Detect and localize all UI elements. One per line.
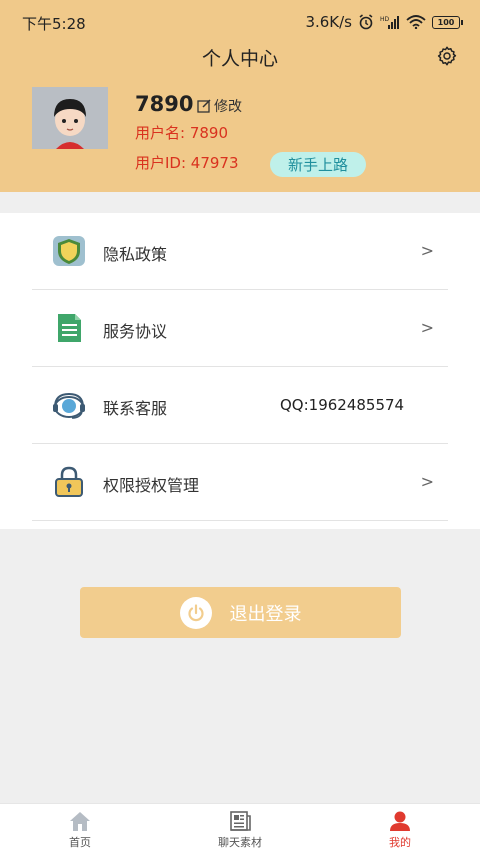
edit-label: 修改 <box>214 99 242 115</box>
tab-chat-materials[interactable]: 聊天素材 <box>200 810 280 850</box>
tab-home[interactable]: 首页 <box>40 810 120 850</box>
page-title: 个人中心 <box>201 48 278 70</box>
menu-item-service-agreement[interactable]: 服务协议 > <box>32 290 448 367</box>
edit-profile-button[interactable]: 修改 <box>197 96 242 116</box>
newspaper-icon <box>230 811 251 831</box>
battery-icon: 100 <box>432 15 463 29</box>
lock-icon <box>55 466 83 497</box>
gear-icon[interactable] <box>436 45 458 67</box>
network-speed: 3.6K/s <box>305 13 352 31</box>
userid-line: 用户ID: 47973 <box>135 154 239 172</box>
chevron-right-icon: > <box>420 472 434 491</box>
status-indicators: 3.6K/s HD 100 <box>305 13 463 31</box>
menu-label-permission-management: 权限授权管理 <box>103 476 200 495</box>
wifi-icon <box>406 15 426 29</box>
beginner-guide-button[interactable]: 新手上路 <box>270 152 366 177</box>
customer-service-icon <box>53 392 85 419</box>
menu-item-customer-service[interactable]: 联系客服 QQ:1962485574 <box>32 367 448 444</box>
header-panel: 下午5:28 3.6K/s HD 100 个人中心 7890 修改 用户名: 7… <box>0 0 480 192</box>
tab-label-me: 我的 <box>389 836 411 849</box>
menu-item-privacy-policy[interactable]: 隐私政策 > <box>32 213 448 290</box>
bottom-tab-bar: 首页 聊天素材 我的 <box>0 803 480 853</box>
menu-label-privacy-policy: 隐私政策 <box>103 245 168 264</box>
document-icon <box>58 314 81 342</box>
logout-button[interactable]: 退出登录 <box>80 587 401 638</box>
shield-icon <box>53 236 85 266</box>
chevron-right-icon: > <box>420 318 434 337</box>
menu-label-service-agreement: 服务协议 <box>103 322 168 341</box>
status-time: 下午5:28 <box>22 15 86 33</box>
qq-contact: QQ:1962485574 <box>280 396 405 414</box>
avatar-image <box>32 87 108 149</box>
username-line: 用户名: 7890 <box>135 124 228 142</box>
person-icon <box>390 811 410 831</box>
chevron-right-icon: > <box>420 241 434 260</box>
tab-me[interactable]: 我的 <box>360 810 440 850</box>
home-icon <box>70 812 90 831</box>
edit-icon <box>197 99 211 113</box>
status-bar: 下午5:28 3.6K/s HD 100 <box>0 0 480 44</box>
logout-label: 退出登录 <box>229 603 302 625</box>
tab-label-chat-materials: 聊天素材 <box>218 836 262 849</box>
menu-label-customer-service: 联系客服 <box>103 399 168 418</box>
display-name: 7890 <box>135 92 194 116</box>
menu-item-permission-management[interactable]: 权限授权管理 > <box>32 444 448 521</box>
tab-label-home: 首页 <box>69 836 91 849</box>
alarm-icon <box>359 14 373 30</box>
svg-text:HD: HD <box>380 16 390 23</box>
settings-menu: 隐私政策 > 服务协议 > 联系客服 QQ:1962485574 权限授权管理 … <box>0 213 480 529</box>
power-icon <box>179 596 212 629</box>
signal-icon: HD <box>380 16 399 29</box>
avatar[interactable] <box>32 87 108 149</box>
